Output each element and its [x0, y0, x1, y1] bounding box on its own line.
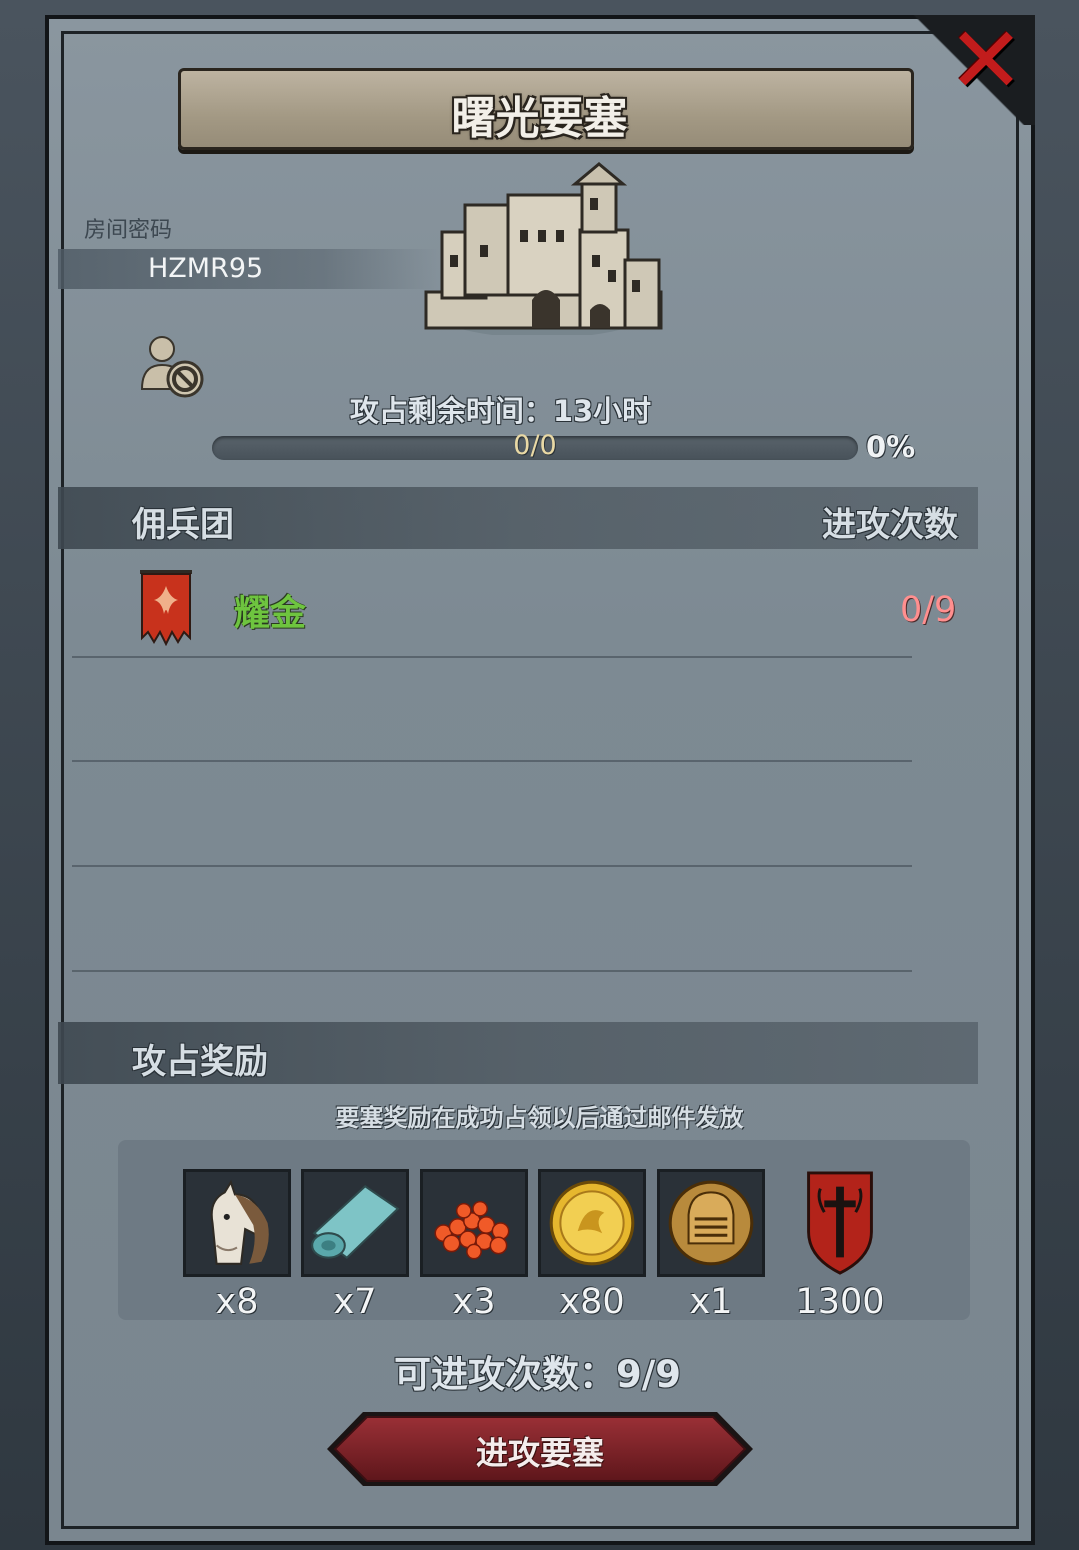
rewards-note: 要塞奖励在成功占领以后通过邮件发放 [335, 1104, 744, 1132]
capture-time-remaining: 攻占剩余时间：13小时 [349, 394, 652, 428]
rewards-header: 攻占奖励 [132, 1042, 268, 1082]
reward-slot-horse[interactable] [183, 1169, 291, 1277]
red-gems-icon [434, 1200, 510, 1260]
guild-name[interactable]: 耀金 [234, 584, 306, 636]
reward-qty-emblem: 1300 [795, 1282, 885, 1322]
reward-slot-emblem[interactable] [786, 1169, 894, 1277]
attacks-remaining: 可进攻次数：9/9 [393, 1353, 681, 1396]
knight-helmet-coin-icon [668, 1180, 754, 1266]
room-password-label: 房间密码 [84, 218, 173, 243]
cloth-roll-icon [311, 1184, 400, 1260]
mercenary-header: 佣兵团 [132, 505, 234, 545]
row-divider [72, 970, 912, 972]
row-divider [72, 865, 912, 867]
row-divider [72, 656, 912, 658]
attack-count-header: 进攻次数 [822, 505, 958, 545]
fortress-castle-icon [424, 162, 663, 335]
guild-attack-count: 0/9 [900, 590, 957, 630]
capture-progress-text: 0/0 [513, 430, 557, 461]
room-password-value: HZMR95 [148, 253, 264, 284]
guild-banner-icon [140, 570, 192, 646]
reward-slot-cloth[interactable] [301, 1169, 409, 1277]
page-title: 曙光要塞 [451, 93, 628, 144]
reward-qty-gems: x3 [452, 1282, 496, 1322]
reward-slot-gems[interactable] [420, 1169, 528, 1277]
attack-fortress-label: 进攻要塞 [475, 1434, 604, 1472]
gold-coin-icon [549, 1180, 635, 1266]
capture-progress-percent: 0% [866, 430, 916, 464]
reward-qty-helmet: x1 [689, 1282, 733, 1322]
reward-slot-helmet[interactable] [657, 1169, 765, 1277]
reward-qty-cloth: x7 [333, 1282, 377, 1322]
reward-slot-coin[interactable] [538, 1169, 646, 1277]
horse-icon [210, 1179, 269, 1265]
reward-qty-horse: x8 [215, 1282, 259, 1322]
row-divider [72, 760, 912, 762]
sword-shield-emblem-icon [807, 1171, 873, 1275]
reward-qty-coin: x80 [559, 1282, 625, 1322]
